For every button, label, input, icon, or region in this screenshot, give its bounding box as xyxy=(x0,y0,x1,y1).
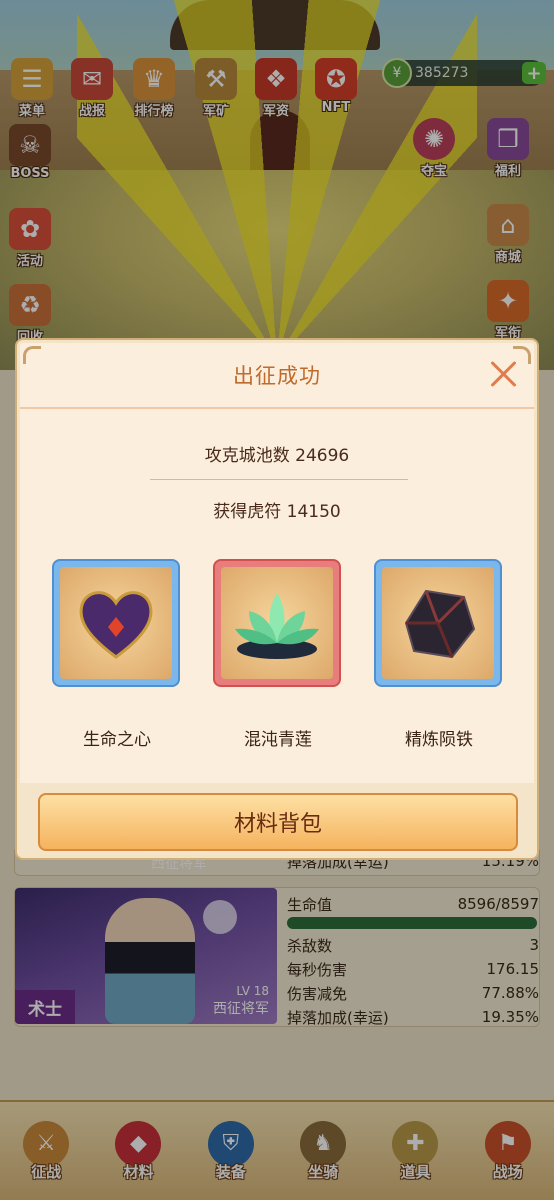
reward-item-heart[interactable]: 生命之心 xyxy=(52,559,182,750)
reward-frame xyxy=(213,559,341,687)
lotus-icon xyxy=(221,567,333,679)
divider xyxy=(150,479,408,480)
expedition-result-dialog: 出征成功 攻克城池数 24696 获得虎符 14150 生命之心 混沌青莲 精炼… xyxy=(17,340,537,858)
reward-name: 混沌青莲 xyxy=(244,730,312,750)
captured-cities-text: 攻克城池数 24696 xyxy=(204,446,350,466)
dialog-title: 出征成功 xyxy=(233,364,321,388)
reward-item-lotus[interactable]: 混沌青莲 xyxy=(213,559,343,750)
tiger-tally-text: 获得虎符 14150 xyxy=(213,502,341,522)
reward-item-meteor-iron[interactable]: 精炼陨铁 xyxy=(374,559,504,750)
reward-name: 精炼陨铁 xyxy=(405,730,473,750)
meteor-iron-icon xyxy=(382,567,494,679)
material-bag-button[interactable]: 材料背包 xyxy=(38,793,518,851)
reward-frame xyxy=(52,559,180,687)
reward-name: 生命之心 xyxy=(83,730,151,750)
reward-frame xyxy=(374,559,502,687)
heart-gem-icon xyxy=(60,567,172,679)
close-icon[interactable] xyxy=(488,359,518,389)
dialog-header: 出征成功 xyxy=(20,343,534,409)
